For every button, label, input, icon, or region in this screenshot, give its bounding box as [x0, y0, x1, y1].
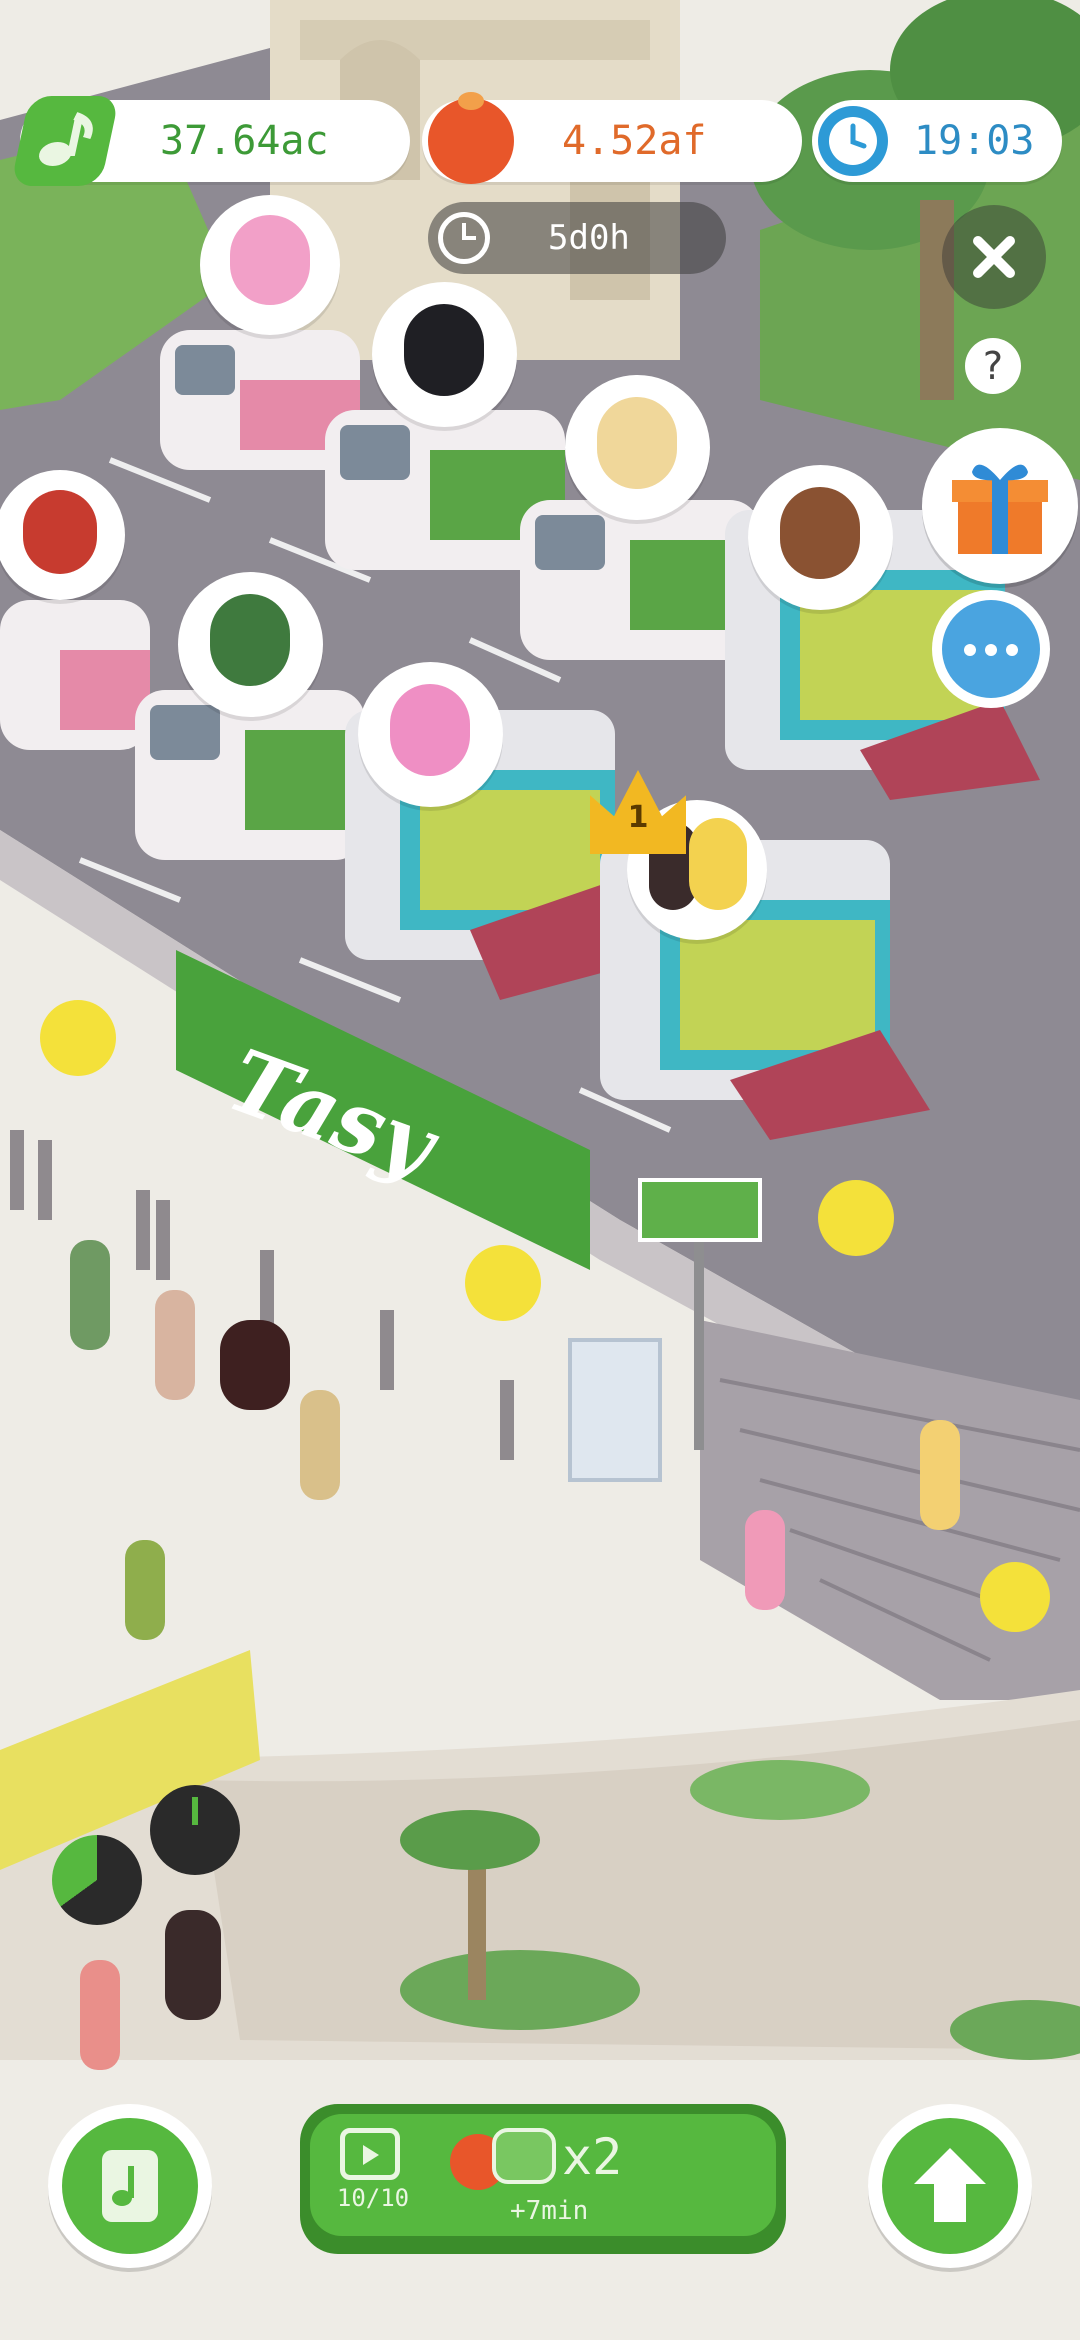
fan-npc — [920, 1420, 960, 1530]
character-bubble-blonde-sunglasses[interactable] — [565, 375, 710, 520]
character-bubble-green-beanie[interactable] — [178, 572, 323, 717]
vans-layer — [0, 330, 1040, 1140]
fruit-currency-pill[interactable]: 4.52af — [422, 92, 802, 184]
help-button[interactable]: ? — [965, 338, 1021, 394]
video-ad-icon — [340, 2128, 400, 2180]
note-currency-pill[interactable]: 37.64ac — [10, 96, 410, 186]
schedule-button[interactable] — [48, 2104, 212, 2268]
clock-time: 19:03 — [914, 118, 1035, 164]
character-bubble-pink-robot[interactable] — [358, 662, 503, 807]
clock-pill: 19:03 — [812, 100, 1062, 182]
boost-duration: +7min — [510, 2196, 589, 2226]
up-arrow-icon — [882, 2118, 1018, 2254]
character-bubble-opera[interactable] — [0, 470, 125, 600]
peach-icon — [428, 92, 514, 184]
chat-button[interactable] — [932, 590, 1050, 708]
production-timer-ring[interactable] — [150, 1785, 240, 1875]
chat-bubble-icon — [942, 600, 1040, 698]
timer-clock-icon — [438, 212, 490, 264]
event-timer-pill: 5d0h — [428, 202, 726, 274]
music-note-icon — [492, 2128, 556, 2184]
fan-npc — [155, 1290, 195, 1400]
fan-npc — [745, 1510, 785, 1610]
lemon-balloon-icon — [980, 1562, 1050, 1632]
boost-multiplier: x2 — [562, 2128, 623, 2186]
music-schedule-icon — [62, 2118, 198, 2254]
fan-npc — [80, 1960, 120, 2070]
note-currency-value: 37.64ac — [160, 118, 329, 164]
fan-npc — [125, 1540, 165, 1640]
close-button[interactable] — [942, 205, 1046, 309]
character-bubble-carnival[interactable] — [748, 465, 893, 610]
lemon-balloon-icon — [818, 1180, 894, 1256]
character-bubble-black-hair[interactable] — [372, 282, 517, 427]
fan-npc — [70, 1240, 110, 1350]
ad-boost-button[interactable]: 10/10 x2 +7min — [300, 2104, 786, 2254]
upgrade-button[interactable] — [868, 2104, 1032, 2268]
production-timer-ring[interactable] — [52, 1835, 142, 1925]
music-note-icon — [10, 96, 120, 186]
gift-icon — [952, 464, 1048, 554]
fan-npc — [165, 1910, 221, 2020]
van-pink-left[interactable] — [0, 600, 150, 750]
van-green-3[interactable] — [520, 500, 760, 660]
close-icon — [973, 236, 1015, 278]
fan-npc — [220, 1320, 290, 1410]
fruit-currency-value: 4.52af — [562, 118, 707, 164]
fan-npc — [300, 1390, 340, 1500]
lemon-balloon-icon — [40, 1000, 116, 1076]
ad-counter: 10/10 — [336, 2184, 410, 2212]
character-bubble-pink-twin-tails[interactable] — [200, 195, 340, 335]
event-timer-value: 5d0h — [548, 218, 630, 258]
lemon-balloon-icon — [465, 1245, 541, 1321]
clock-icon — [818, 106, 888, 176]
gift-button[interactable] — [922, 428, 1078, 584]
